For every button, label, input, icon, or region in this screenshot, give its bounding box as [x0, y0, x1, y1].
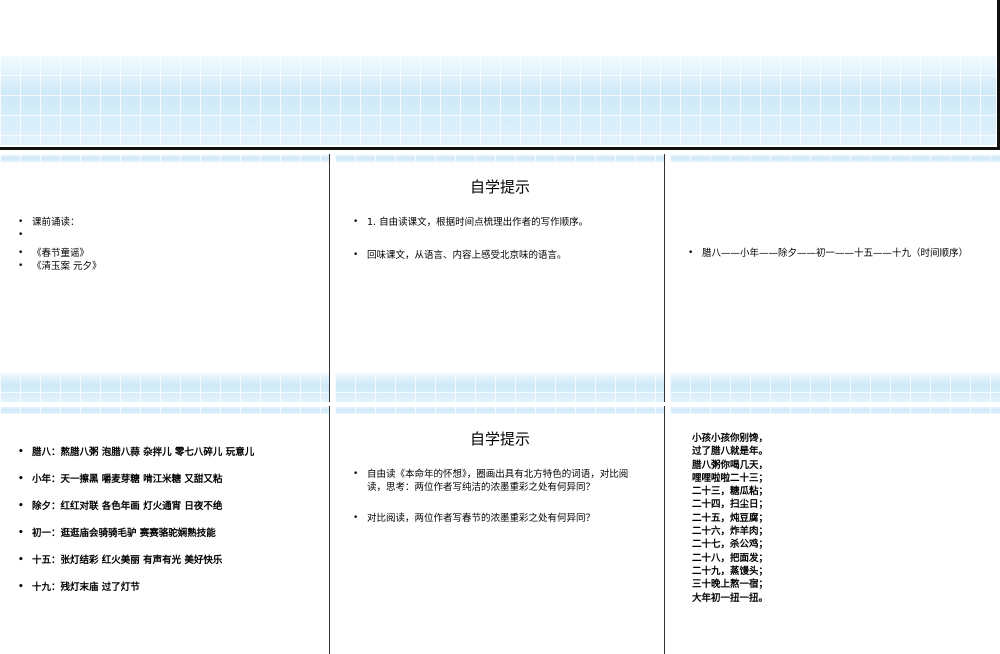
slide-divider: [329, 154, 330, 402]
slide-bottom-strip: [670, 372, 1000, 402]
slide-title: 自学提示: [469, 178, 530, 196]
poem-line: 大年初一扭一扭。: [692, 592, 769, 604]
poem-line: 二十八，把面发；: [692, 552, 769, 564]
slide-top-strip: [670, 154, 1000, 162]
poem-line: 二十六，炸羊肉；: [692, 526, 769, 538]
bullet-item: 初一：逛逛庙会骑骑毛驴 赛赛骆驼娴熟技能: [18, 527, 312, 540]
poem-line: 二十四，扫尘日；: [692, 499, 769, 511]
slide-thumbnail-1[interactable]: 课前诵读： 《春节童谣》 《清玉案 元夕》: [0, 154, 330, 402]
bullet-item: 1. 自由读课文，根据时间点梳理出作者的写作顺序。: [353, 216, 647, 229]
slide-top-strip: [335, 406, 665, 414]
slide-thumbnail-5[interactable]: 自学提示 自由读《本命年的怀想》，圈画出具有北方特色的词语，对比阅读，思考：两位…: [335, 406, 665, 654]
slide-divider: [329, 406, 330, 654]
bullet-item: 腊八：熬腊八粥 泡腊八蒜 杂拌儿 零七八碎儿 玩意儿: [18, 446, 312, 459]
bullet-item: 十九：残灯末庙 过了灯节: [18, 581, 312, 594]
bullet-item: 十五：张灯结彩 红火美丽 有声有光 美好快乐: [18, 554, 312, 567]
children-rhyme-text: 小孩小孩你别馋， 过了腊八就是年。 腊八粥你喝几天， 哩哩啦啦二十三； 二十三，…: [692, 432, 768, 605]
poem-line: 小孩小孩你别馋，: [692, 433, 769, 444]
poem-line: 二十五，炖豆腐；: [692, 512, 769, 524]
slide-bullet-list: 腊八——小年——除夕——初一——十五——十九（时间顺序）: [688, 247, 980, 260]
slide-bullet-list: 课前诵读： 《春节童谣》 《清玉案 元夕》: [18, 216, 312, 273]
slide-thumbnail-4[interactable]: 腊八：熬腊八粥 泡腊八蒜 杂拌儿 零七八碎儿 玩意儿 小年：天一擦黑 嚼麦芽糖 …: [0, 406, 330, 654]
bullet-item: 回味课文，从语言、内容上感受北京味的语言。: [353, 249, 647, 262]
top-slide-banner: [0, 0, 1000, 150]
poem-line: 哩哩啦啦二十三；: [692, 472, 769, 484]
slide-thumbnail-6[interactable]: 小孩小孩你别馋， 过了腊八就是年。 腊八粥你喝几天， 哩哩啦啦二十三； 二十三，…: [670, 406, 1000, 654]
slide-top-strip: [670, 406, 1000, 414]
poem-line: 过了腊八就是年。: [692, 446, 769, 458]
bullet-item: 对比阅读，两位作者写春节的浓墨重彩之处有何异同？: [353, 512, 647, 525]
slide-bullet-list: 1. 自由读课文，根据时间点梳理出作者的写作顺序。 回味课文，从语言、内容上感受…: [353, 216, 647, 262]
slide-bullet-list: 自由读《本命年的怀想》，圈画出具有北方特色的词语，对比阅读，思考：两位作者写纯洁…: [353, 468, 647, 525]
slide-thumbnail-3[interactable]: 腊八——小年——除夕——初一——十五——十九（时间顺序）: [670, 154, 1000, 402]
slide-top-strip: [0, 406, 330, 414]
slide-bottom-strip: [335, 372, 665, 402]
slide-thumbnail-2[interactable]: 自学提示 1. 自由读课文，根据时间点梳理出作者的写作顺序。 回味课文，从语言、…: [335, 154, 665, 402]
slide-bottom-strip: [0, 372, 330, 402]
poem-line: 三十晚上熬一宿；: [692, 579, 769, 591]
bullet-item: 自由读《本命年的怀想》，圈画出具有北方特色的词语，对比阅读，思考：两位作者写纯洁…: [353, 468, 647, 494]
bullet-item: 除夕：红红对联 各色年画 灯火通宵 日夜不绝: [18, 500, 312, 513]
slide-bullet-list: 腊八：熬腊八粥 泡腊八蒜 杂拌儿 零七八碎儿 玩意儿 小年：天一擦黑 嚼麦芽糖 …: [18, 446, 312, 594]
bullet-item: 《春节童谣》: [18, 247, 312, 260]
poem-line: 二十三，糖瓜粘；: [692, 486, 769, 498]
poem-line: 二十九，蒸馒头；: [692, 565, 769, 577]
poem-line: 二十七，杀公鸡；: [692, 539, 769, 551]
bullet-item: 《清玉案 元夕》: [18, 260, 312, 273]
bullet-item: 小年：天一擦黑 嚼麦芽糖 啃江米糖 又甜又粘: [18, 473, 312, 486]
bullet-item-empty: [18, 229, 312, 247]
bullet-item: 腊八——小年——除夕——初一——十五——十九（时间顺序）: [688, 247, 980, 260]
poem-line: 腊八粥你喝几天，: [692, 459, 769, 471]
slide-title: 自学提示: [469, 430, 530, 448]
bullet-item: 课前诵读：: [18, 216, 312, 229]
slide-top-strip: [335, 154, 665, 162]
grid-pattern-strip: [0, 55, 996, 145]
slide-top-strip: [0, 154, 330, 162]
